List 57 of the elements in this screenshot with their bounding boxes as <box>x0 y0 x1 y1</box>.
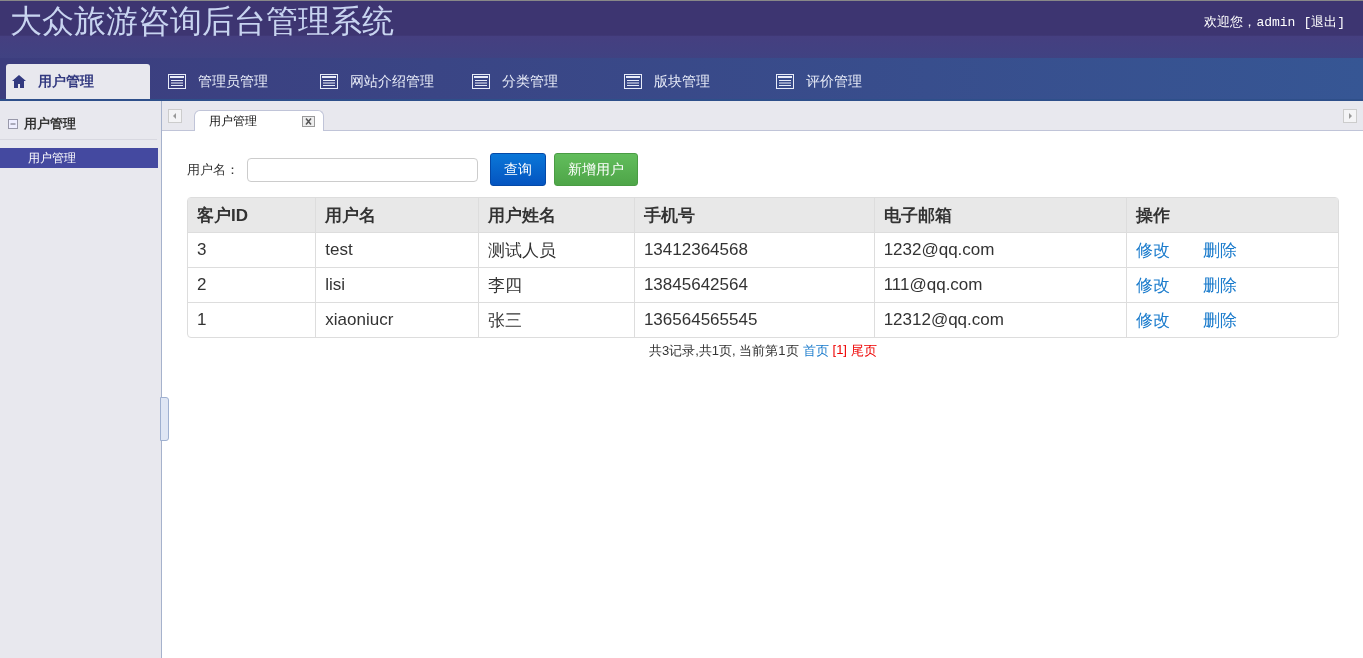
edit-link[interactable]: 修改 <box>1136 275 1171 295</box>
collapse-icon[interactable] <box>8 119 18 129</box>
table-cell: 1 <box>188 302 316 337</box>
collapse-handle[interactable] <box>160 397 169 441</box>
sidebar-title: 用户管理 <box>24 115 76 133</box>
column-header: 客户ID <box>188 198 316 232</box>
page-tab[interactable]: 用户管理 <box>194 110 324 131</box>
table-cell: 13845642564 <box>633 267 874 302</box>
table-cell: 李四 <box>478 267 634 302</box>
field-label: 用户名： <box>187 160 239 179</box>
app-title: 大众旅游咨询后台管理系统 <box>10 2 394 41</box>
column-header: 用户名 <box>315 198 479 232</box>
delete-link[interactable]: 删除 <box>1203 240 1238 260</box>
table-cell: lisi <box>315 267 479 302</box>
search-button[interactable]: 查询 <box>490 153 546 186</box>
scroll-right-icon[interactable] <box>1343 109 1357 123</box>
table-cell: 136564565545 <box>633 302 874 337</box>
edit-link[interactable]: 修改 <box>1136 310 1171 330</box>
nav-tab[interactable]: 网站介绍管理 <box>310 64 462 99</box>
delete-link[interactable]: 删除 <box>1203 310 1238 330</box>
list-icon <box>624 74 642 89</box>
table-cell: 测试人员 <box>478 232 634 267</box>
welcome-text: 欢迎您，admin <box>1204 14 1296 31</box>
table-cell: 3 <box>188 232 316 267</box>
pager-link[interactable]: 首页 <box>802 342 829 360</box>
table-cell: 1232@qq.com <box>873 232 1127 267</box>
close-icon[interactable] <box>302 115 315 127</box>
table-cell: 张三 <box>478 302 634 337</box>
table-cell: xiaoniucr <box>315 302 479 337</box>
list-icon <box>472 74 490 89</box>
column-header: 操作 <box>1126 198 1338 232</box>
table-cell: 111@qq.com <box>873 267 1127 302</box>
pager-link[interactable]: 尾页 <box>851 342 877 360</box>
column-header: 用户姓名 <box>478 198 634 232</box>
nav-tab[interactable]: 管理员管理 <box>158 64 310 99</box>
table-cell: test <box>315 232 479 267</box>
nav-tab[interactable]: 版块管理 <box>614 64 766 99</box>
list-icon <box>320 74 338 89</box>
username-input[interactable] <box>247 157 478 182</box>
nav-tab[interactable]: 用户管理 <box>6 64 150 99</box>
table-cell: 13412364568 <box>633 232 874 267</box>
edit-link[interactable]: 修改 <box>1136 240 1171 260</box>
scroll-left-icon[interactable] <box>168 109 182 123</box>
sidebar-item[interactable]: 用户管理 <box>0 148 158 168</box>
home-icon <box>12 75 26 88</box>
list-icon <box>168 74 186 89</box>
delete-link[interactable]: 删除 <box>1203 275 1238 295</box>
table-cell: 12312@qq.com <box>873 302 1127 337</box>
nav-tab[interactable]: 分类管理 <box>462 64 614 99</box>
logout-link[interactable]: [退出] <box>1303 13 1345 31</box>
list-icon <box>776 74 794 89</box>
nav-tab[interactable]: 评价管理 <box>766 64 918 99</box>
column-header: 电子邮箱 <box>873 198 1127 232</box>
pager-link[interactable]: [1] <box>832 342 847 360</box>
table-cell: 2 <box>188 267 316 302</box>
column-header: 手机号 <box>633 198 874 232</box>
pager-summary: 共3记录,共1页, 当前第1页 <box>649 342 799 360</box>
